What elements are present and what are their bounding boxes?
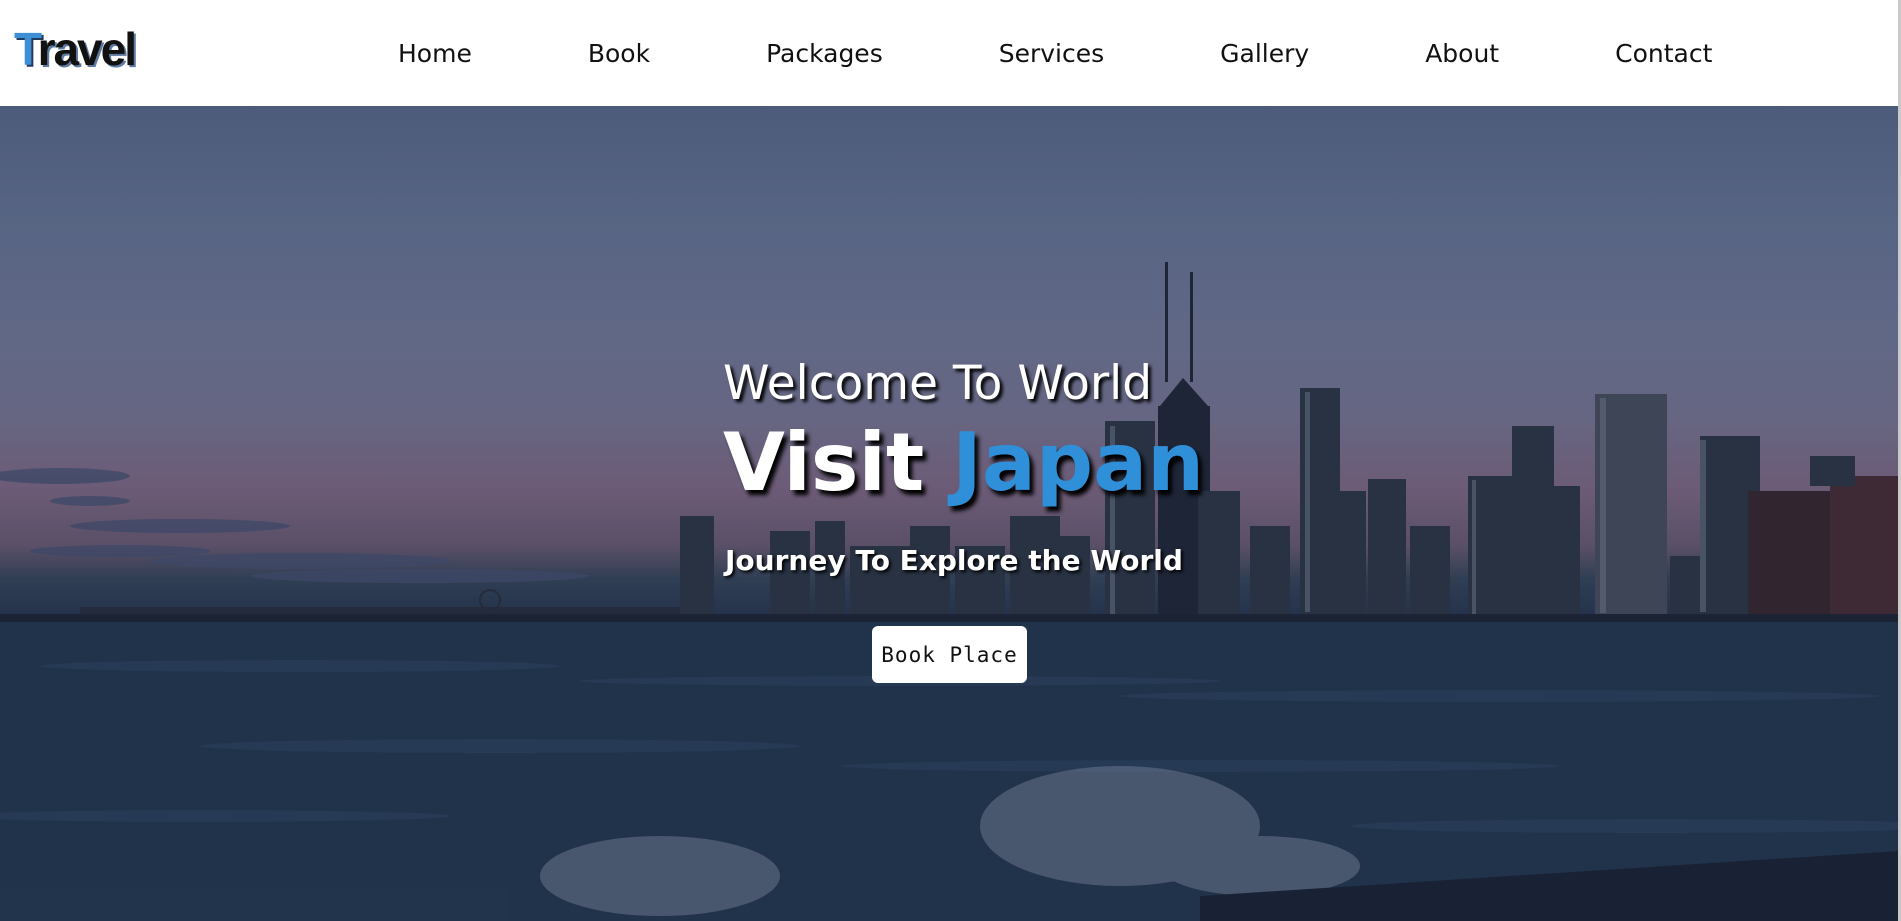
logo[interactable]: Travel — [14, 22, 137, 76]
hero-section: Welcome To World Visit Japan Journey To … — [0, 106, 1898, 921]
main-nav: Home Book Packages Services Gallery Abou… — [398, 0, 1712, 106]
hero-visit-text: Visit — [723, 416, 925, 509]
logo-initial: T — [14, 23, 40, 75]
hero-dark-overlay — [0, 106, 1898, 921]
nav-link-gallery[interactable]: Gallery — [1220, 39, 1309, 68]
hero-destination-text: Japan — [952, 416, 1205, 509]
book-place-button[interactable]: Book Place — [872, 626, 1027, 683]
logo-text: ravel — [37, 23, 137, 75]
nav-link-about[interactable]: About — [1425, 39, 1499, 68]
hero-tagline: Journey To Explore the World — [725, 544, 1183, 577]
nav-link-home[interactable]: Home — [398, 39, 472, 68]
hero-main-heading: Visit Japan — [723, 416, 1204, 509]
nav-link-packages[interactable]: Packages — [766, 39, 883, 68]
site-header: Travel Home Book Packages Services Galle… — [0, 0, 1901, 106]
nav-link-book[interactable]: Book — [588, 39, 650, 68]
nav-link-contact[interactable]: Contact — [1615, 39, 1712, 68]
nav-link-services[interactable]: Services — [999, 39, 1104, 68]
hero-welcome-heading: Welcome To World — [723, 356, 1153, 411]
